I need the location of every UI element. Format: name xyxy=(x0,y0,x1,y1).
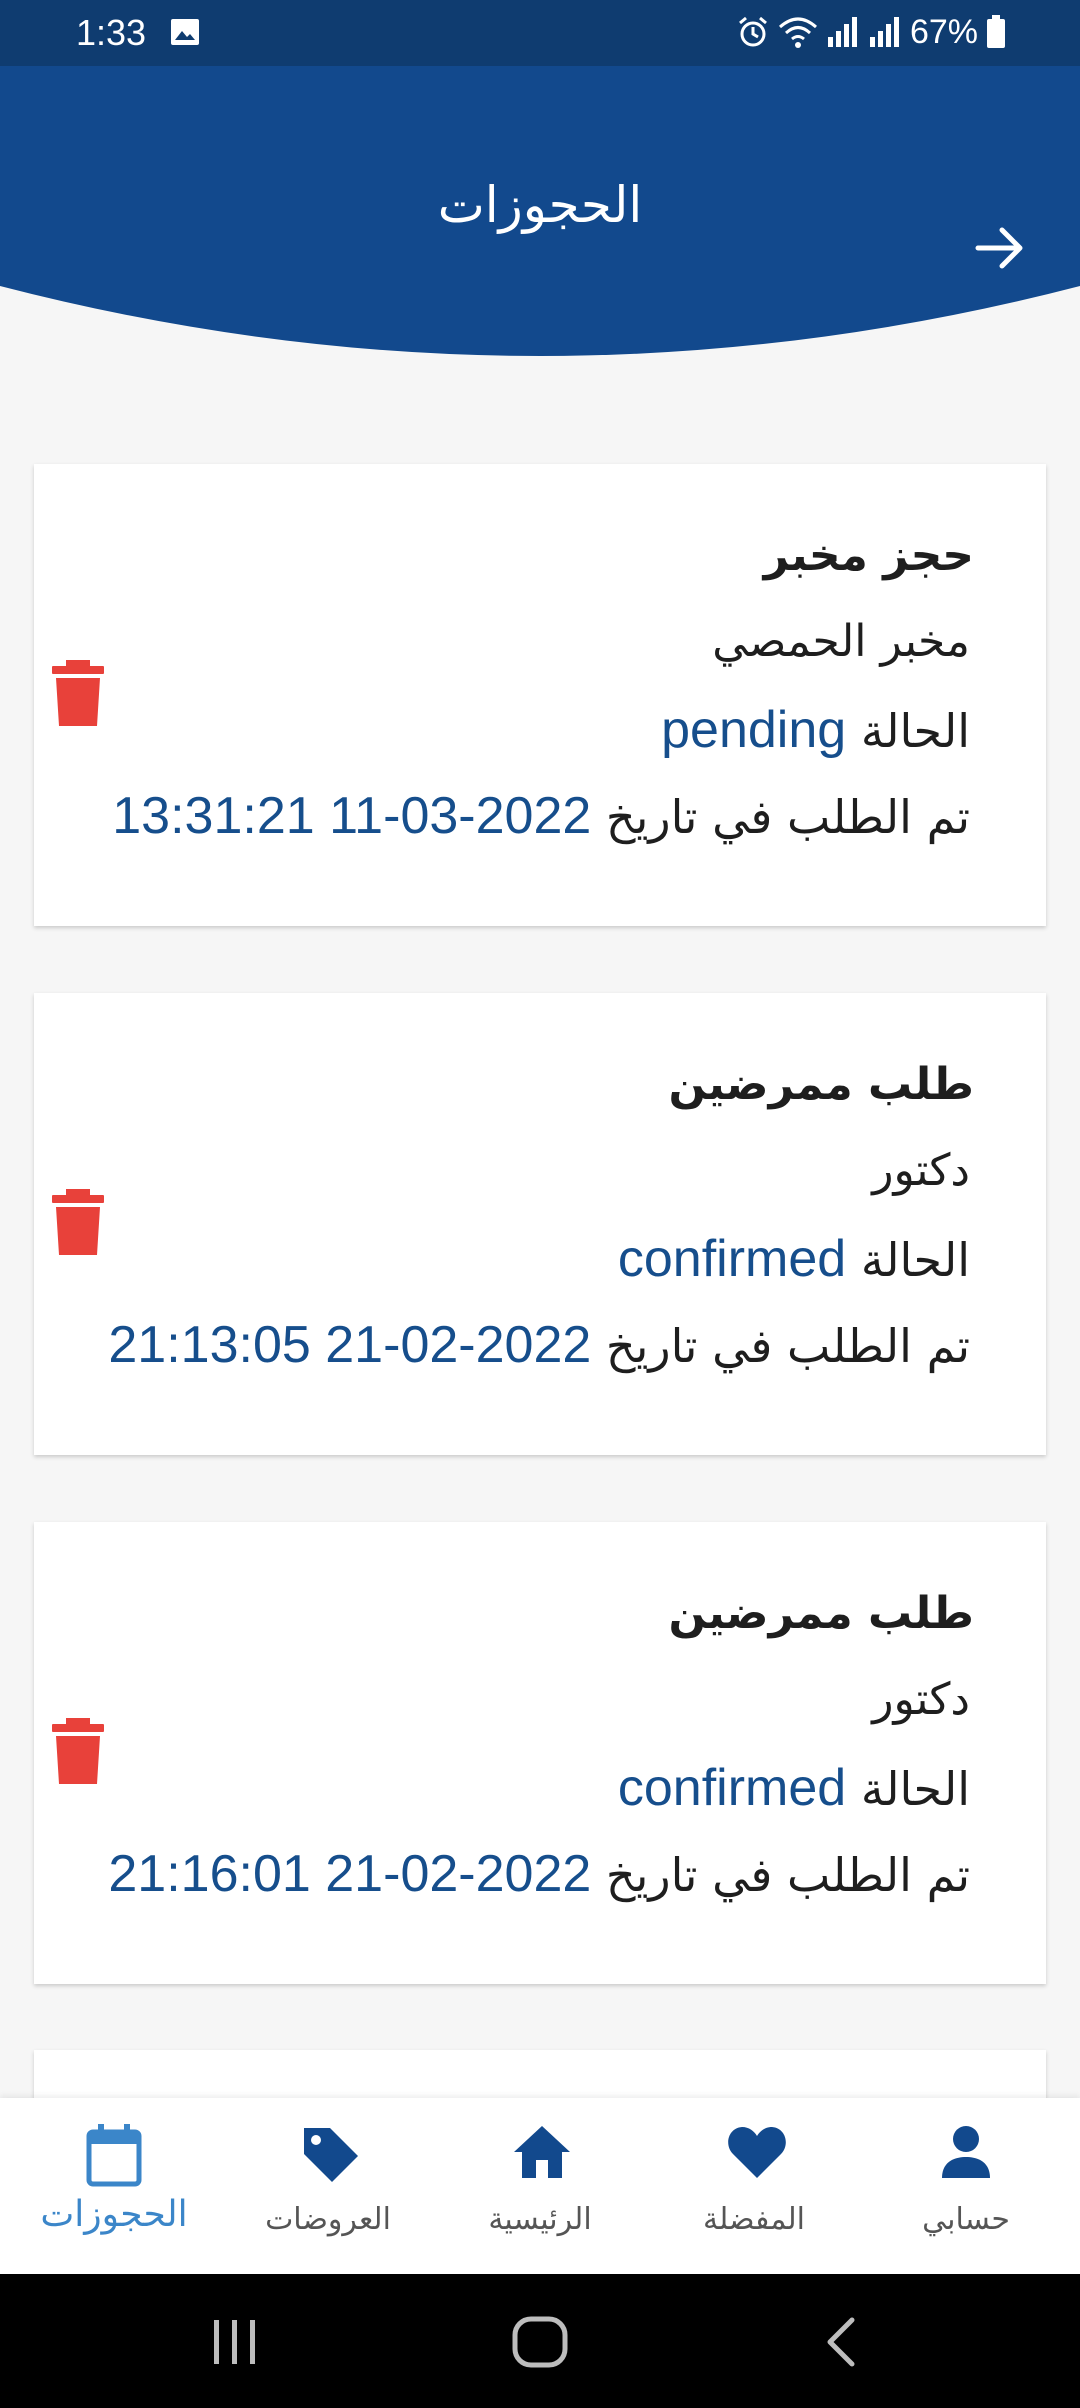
alarm-icon xyxy=(738,16,767,47)
booking-provider: دكتور xyxy=(872,1145,970,1196)
person-icon xyxy=(942,2126,990,2178)
date-label: تم الطلب في تاريخ xyxy=(605,790,970,844)
nav-label: حسابي xyxy=(922,2202,1010,2237)
booking-card[interactable]: حجز مخبر مخبر الحمصي الحالة pending تم ا… xyxy=(34,464,1046,926)
nav-item-home[interactable]: الرئيسية xyxy=(440,2098,640,2274)
date-value: 2022-02-21 21:13:05 xyxy=(108,1316,592,1374)
delete-trash-icon[interactable] xyxy=(50,660,106,726)
status-value: confirmed xyxy=(617,1230,847,1288)
home-button-icon[interactable] xyxy=(512,2316,568,2368)
calendar-icon xyxy=(86,2124,142,2187)
delete-trash-icon[interactable] xyxy=(50,1718,106,1784)
status-time: 1:33 xyxy=(76,12,147,53)
booking-date: تم الطلب في تاريخ 2022-02-21 21:16:01 xyxy=(108,1844,970,1904)
booking-provider: مخبر الحمصي xyxy=(712,616,970,667)
nav-item-favorites[interactable]: المفضلة xyxy=(654,2098,854,2274)
nav-item-bookings[interactable]: الحجوزات xyxy=(14,2098,214,2274)
status-value: confirmed xyxy=(617,1759,847,1817)
system-navigation-bar xyxy=(0,2274,1080,2408)
status-value: pending xyxy=(661,701,847,759)
nav-item-offers[interactable]: العروضات xyxy=(228,2098,428,2274)
recent-apps-icon[interactable] xyxy=(212,2318,258,2366)
status-bar: 1:33 67% xyxy=(0,0,1080,66)
bottom-navigation: الحجوزات العروضات الرئيسية المفضلة حسابي xyxy=(0,2098,1080,2274)
wifi-icon xyxy=(778,17,817,48)
booking-status: الحالة pending xyxy=(661,700,970,760)
back-button-icon[interactable] xyxy=(824,2316,856,2368)
date-label: تم الطلب في تاريخ xyxy=(605,1319,970,1373)
status-indicators: 67% xyxy=(736,12,1006,52)
booking-card[interactable]: طلب ممرضين دكتور الحالة confirmed تم الط… xyxy=(34,1522,1046,1984)
nav-label: المفضلة xyxy=(702,2202,806,2237)
heart-icon xyxy=(728,2127,786,2178)
battery-percentage: 67% xyxy=(909,12,978,51)
status-label: الحالة xyxy=(860,1762,970,1816)
status-label: الحالة xyxy=(860,1233,970,1287)
gallery-notification-icon xyxy=(171,19,199,45)
booking-status: الحالة confirmed xyxy=(618,1758,970,1818)
battery-icon xyxy=(987,15,1005,48)
booking-title: حجز مخبر xyxy=(763,530,974,581)
page-title: الحجوزات xyxy=(437,176,643,234)
signal-icon-2 xyxy=(869,17,899,47)
home-icon xyxy=(514,2126,570,2178)
booking-date: تم الطلب في تاريخ 2022-02-21 21:13:05 xyxy=(108,1315,970,1375)
page-header: الحجوزات xyxy=(0,66,1080,366)
booking-provider: دكتور xyxy=(872,1674,970,1725)
date-value: 2022-03-11 13:31:21 xyxy=(112,787,592,845)
nav-label: العروضات xyxy=(265,2202,391,2237)
booking-card[interactable]: طلب ممرضين دكتور الحالة confirmed تم الط… xyxy=(34,993,1046,1455)
booking-date: تم الطلب في تاريخ 2022-03-11 13:31:21 xyxy=(112,786,970,846)
nav-item-account[interactable]: حسابي xyxy=(866,2098,1066,2274)
signal-icon xyxy=(827,17,857,47)
booking-title: طلب ممرضين xyxy=(668,1059,975,1110)
date-value: 2022-02-21 21:16:01 xyxy=(108,1845,592,1903)
nav-label: الحجوزات xyxy=(40,2194,188,2235)
nav-label: الرئيسية xyxy=(488,2202,592,2237)
date-label: تم الطلب في تاريخ xyxy=(605,1848,970,1902)
booking-status: الحالة confirmed xyxy=(618,1229,970,1289)
delete-trash-icon[interactable] xyxy=(50,1189,106,1255)
tag-icon xyxy=(304,2128,358,2182)
status-label: الحالة xyxy=(860,704,970,758)
booking-title: طلب ممرضين xyxy=(668,1588,975,1639)
back-arrow-icon[interactable] xyxy=(972,220,1028,276)
